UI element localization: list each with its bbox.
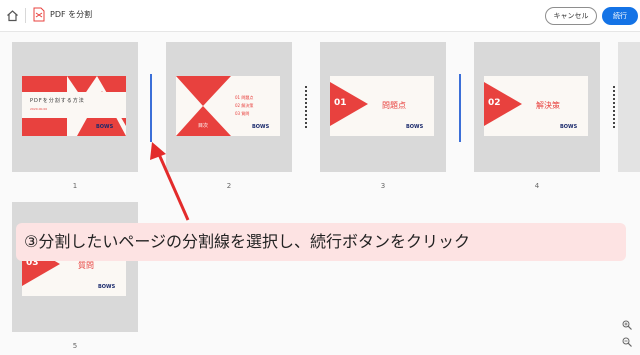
split-line-2[interactable]: [305, 86, 307, 130]
page-number-4: 4: [534, 182, 540, 190]
section-number: 02: [488, 98, 501, 108]
page-thumbnail-3[interactable]: 01 問題点 BOWS: [320, 42, 446, 172]
toc-list: 01 問題点 02 解決策 03 質問: [235, 94, 253, 118]
toc-item: 01 問題点: [235, 95, 254, 100]
brand-logo: BOWS: [252, 124, 270, 130]
slide-preview-1: PDFを分割する方法 2020.00.00 BOWS: [22, 76, 126, 136]
split-line-4[interactable]: [613, 86, 615, 130]
slide-preview-2: 目次 01 問題点 02 解決策 03 質問 BOWS: [176, 76, 280, 136]
toolbar: PDF を分割 キャンセル 続行: [0, 0, 640, 32]
section-heading: 解決策: [536, 101, 560, 110]
split-line-selected-1[interactable]: [150, 74, 152, 142]
section-number: 01: [334, 98, 347, 108]
brand-logo: BOWS: [560, 124, 578, 130]
section-heading: 質問: [78, 261, 94, 270]
next-page-edge: [618, 42, 640, 172]
home-icon[interactable]: [6, 9, 19, 22]
cover-subtitle: 2020.00.00: [30, 107, 48, 111]
slide-preview-3: 01 問題点 BOWS: [330, 76, 434, 136]
brand-logo: BOWS: [98, 284, 116, 290]
brand-logo: BOWS: [96, 124, 114, 130]
toolbar-divider: [25, 8, 26, 23]
zoom-in-icon[interactable]: [622, 320, 632, 330]
toc-item: 03 質問: [235, 111, 250, 116]
cancel-button[interactable]: キャンセル: [545, 7, 597, 25]
brand-logo: BOWS: [406, 124, 424, 130]
toc-label: 目次: [198, 123, 209, 129]
pointer-arrow: [150, 142, 190, 221]
cover-title: PDFを分割する方法: [30, 98, 85, 104]
split-line-selected-3[interactable]: [459, 74, 461, 142]
page-number-5: 5: [72, 342, 78, 350]
page-title: PDF を分割: [50, 10, 93, 19]
page-number-3: 3: [380, 182, 386, 190]
pdf-icon: [33, 7, 45, 22]
instruction-banner: ③分割したいページの分割線を選択し、続行ボタンをクリック: [16, 223, 626, 261]
slide-preview-4: 02 解決策 BOWS: [484, 76, 588, 136]
page-thumbnail-4[interactable]: 02 解決策 BOWS: [474, 42, 600, 172]
page-number-2: 2: [226, 182, 232, 190]
page-number-1: 1: [72, 182, 78, 190]
toc-item: 02 解決策: [235, 103, 254, 108]
page-thumbnail-1[interactable]: PDFを分割する方法 2020.00.00 BOWS: [12, 42, 138, 172]
page-thumbnail-5[interactable]: 03 質問 BOWS: [12, 202, 138, 332]
zoom-out-icon[interactable]: [622, 337, 632, 347]
section-heading: 問題点: [382, 101, 406, 110]
continue-button[interactable]: 続行: [602, 7, 638, 25]
